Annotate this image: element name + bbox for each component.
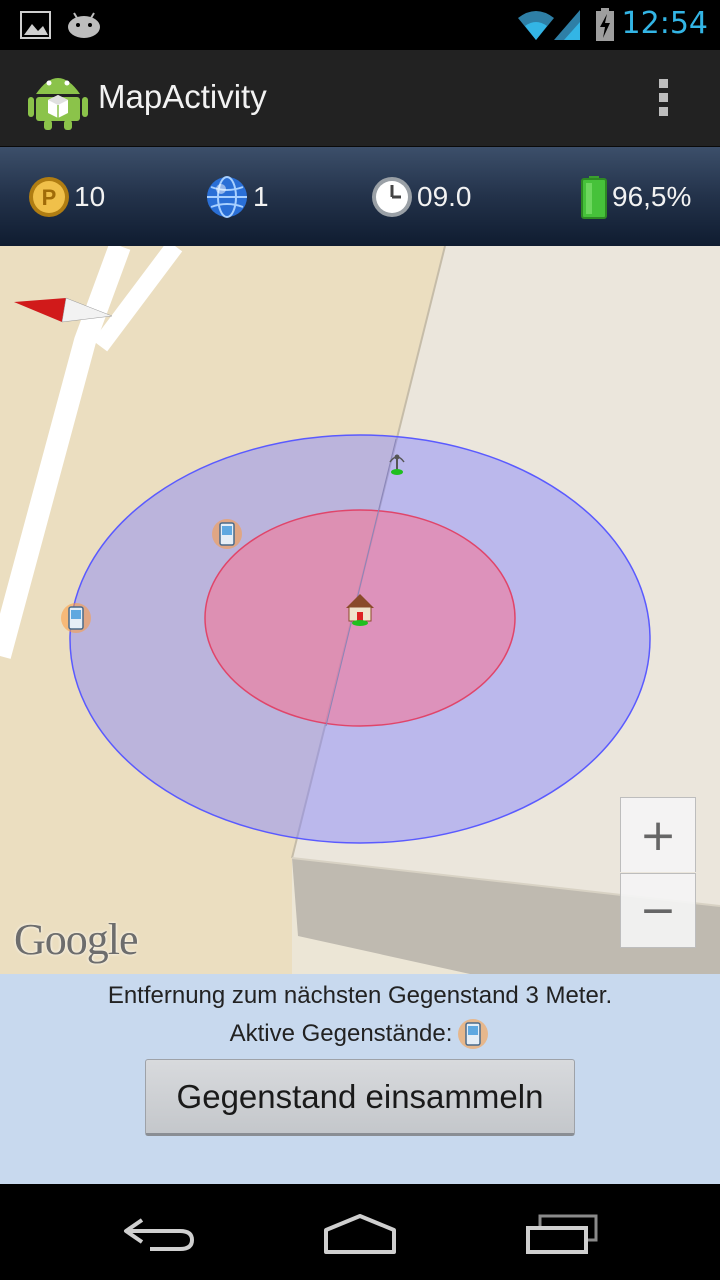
- page-title: MapActivity: [98, 78, 267, 115]
- signal-icon: [554, 10, 580, 40]
- battery-full-icon: [581, 175, 607, 219]
- globe-icon: [207, 175, 247, 218]
- overflow-menu-icon[interactable]: [652, 76, 676, 120]
- phone-item-icon-active: [458, 1019, 489, 1049]
- back-icon[interactable]: [120, 1214, 200, 1254]
- google-logo: Google: [14, 915, 139, 964]
- gallery-notification-icon: [20, 11, 51, 39]
- android-notification-icon: [68, 12, 100, 38]
- wifi-icon: [518, 11, 554, 40]
- zoom-out-button[interactable]: −: [620, 873, 696, 948]
- map-view[interactable]: Google + −: [0, 246, 720, 974]
- info-panel: Entfernung zum nächsten Gegenstand 3 Met…: [0, 974, 720, 1184]
- zoom-in-button[interactable]: +: [620, 797, 696, 872]
- battery-stat: 96,5%: [580, 147, 691, 246]
- clock-value: 09.0: [417, 180, 472, 212]
- phone-item-icon-2[interactable]: [61, 603, 91, 633]
- globe-value: 1: [253, 180, 269, 212]
- battery-value: 96,5%: [612, 180, 692, 212]
- coin-icon: P: [29, 176, 69, 217]
- clock-time: 12:54: [621, 6, 708, 41]
- status-bar: 12:54: [0, 0, 720, 50]
- distance-text: Entfernung zum nächsten Gegenstand 3 Met…: [107, 982, 613, 1009]
- clock-icon: [372, 176, 412, 217]
- points-stat: P 10: [28, 147, 105, 246]
- stats-bar: P 10 1 09.0 96,5%: [0, 147, 720, 246]
- home-icon[interactable]: [320, 1212, 400, 1256]
- navigation-bar: [0, 1184, 720, 1280]
- clock-stat: 09.0: [371, 147, 472, 246]
- active-items-label: Aktive Gegenstände:: [229, 1020, 453, 1047]
- points-value: 10: [74, 180, 106, 212]
- battery-charging-icon: [596, 8, 614, 41]
- phone-item-icon[interactable]: [212, 519, 242, 549]
- action-bar: MapActivity: [0, 50, 720, 148]
- svg-text:P: P: [42, 185, 57, 210]
- map-canvas[interactable]: [0, 246, 720, 974]
- globe-stat: 1: [205, 147, 269, 246]
- active-items-row: Aktive Gegenstände:: [0, 1016, 720, 1052]
- recent-apps-icon[interactable]: [524, 1212, 600, 1256]
- collect-item-button[interactable]: Gegenstand einsammeln: [145, 1059, 575, 1136]
- android-robot-icon[interactable]: [28, 66, 88, 130]
